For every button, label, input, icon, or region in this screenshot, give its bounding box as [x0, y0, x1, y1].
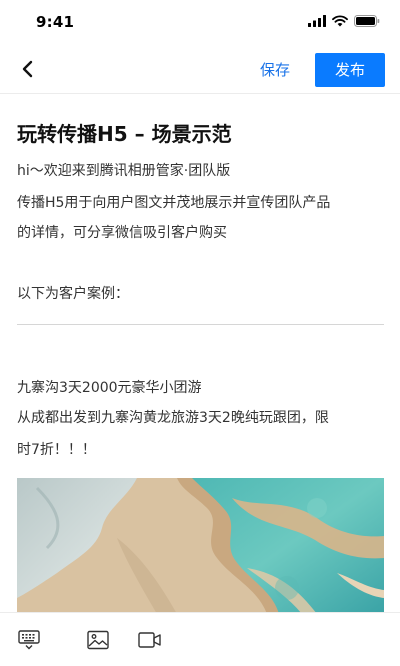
publish-button[interactable]: 发布	[315, 53, 385, 87]
status-time: 9:41	[36, 13, 75, 31]
insert-image-button[interactable]	[86, 628, 110, 652]
save-button[interactable]: 保存	[252, 55, 298, 85]
keyboard-icon	[18, 630, 40, 650]
image-icon	[87, 630, 109, 650]
status-bar: 9:41	[0, 0, 400, 44]
cases-heading[interactable]: 以下为客户案例：	[17, 280, 129, 308]
case-title[interactable]: 九寨沟3天2000元豪华小团游	[17, 374, 202, 402]
wifi-icon	[332, 15, 348, 27]
keyboard-button[interactable]	[17, 628, 41, 652]
case-desc-line-2[interactable]: 时7折！！！	[17, 436, 96, 464]
divider	[17, 324, 384, 325]
case-photo[interactable]	[17, 478, 384, 614]
insert-video-button[interactable]	[138, 628, 162, 652]
editor-toolbar	[0, 612, 400, 666]
intro-line-2[interactable]: 传播H5用于向用户图文并茂地展示并宣传团队产品	[17, 189, 330, 217]
intro-line-3[interactable]: 的详情，可分享微信吸引客户购买	[17, 219, 227, 247]
signal-icon	[308, 15, 326, 27]
battery-icon	[354, 15, 380, 27]
back-button[interactable]	[14, 56, 40, 82]
intro-line-1[interactable]: hi～欢迎来到腾讯相册管家·团队版	[17, 157, 230, 185]
status-icons	[308, 15, 380, 27]
chevron-left-icon	[22, 60, 33, 78]
case-desc-line-1[interactable]: 从成都出发到九寨沟黄龙旅游3天2晚纯玩跟团，限	[17, 404, 329, 432]
article-title[interactable]: 玩转传播H5 – 场景示范	[17, 118, 232, 147]
nav-bar: 保存 发布	[0, 44, 400, 94]
video-icon	[138, 632, 161, 648]
